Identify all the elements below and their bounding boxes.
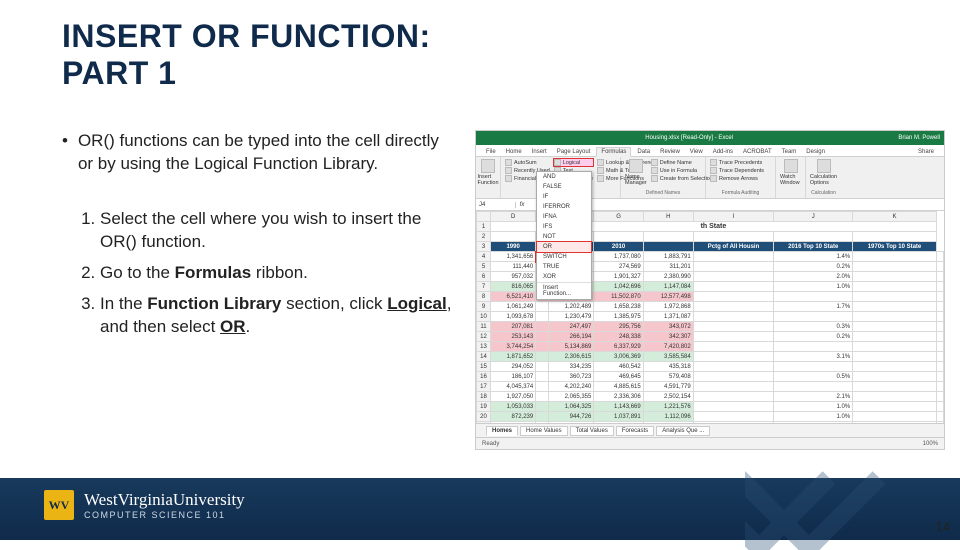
logical-dropdown: ANDFALSEIFIFERRORIFNAIFSNOTORSWITCHTRUEX… [536, 171, 592, 300]
name-box[interactable]: J4 [476, 202, 516, 208]
ribbon-tab-file[interactable]: File [482, 148, 500, 156]
create-from-selection-button[interactable]: Create from Selection [651, 175, 713, 182]
window-titlebar: Housing.xlsx [Read-Only] - Excel Brian M… [476, 131, 944, 145]
fx-icon[interactable]: fx [516, 202, 528, 208]
ribbon-tab-acrobat[interactable]: ACROBAT [739, 148, 776, 156]
ribbon-tab-formulas[interactable]: Formulas [596, 147, 631, 157]
dropdown-item-and[interactable]: AND [537, 172, 591, 182]
footer-bar: WV WestVirginiaUniversity COMPUTER SCIEN… [0, 478, 960, 540]
sheet-tab-homes[interactable]: Homes [486, 426, 518, 436]
excel-screenshot: Housing.xlsx [Read-Only] - Excel Brian M… [475, 130, 945, 450]
ribbon-tab-review[interactable]: Review [656, 148, 684, 156]
name-manager-button[interactable]: Name Manager [625, 159, 647, 186]
sheet-tab-home-values[interactable]: Home Values [520, 426, 568, 436]
dropdown-item-true[interactable]: TRUE [537, 262, 591, 272]
dropdown-item-iferror[interactable]: IFERROR [537, 202, 591, 212]
calculation-options-button[interactable]: Calculation Options [810, 159, 837, 186]
status-bar: Ready 100% [476, 437, 944, 449]
trace-precedents-button[interactable]: Trace Precedents [710, 159, 771, 166]
dropdown-item-if[interactable]: IF [537, 192, 591, 202]
slide-title: INSERT OR FUNCTION: PART 1 [62, 18, 431, 92]
slide-body: OR() functions can be typed into the cel… [62, 130, 457, 347]
dropdown-item-ifna[interactable]: IFNA [537, 212, 591, 222]
intro-bullet: OR() functions can be typed into the cel… [62, 130, 457, 176]
remove-arrows-button[interactable]: Remove Arrows [710, 175, 771, 182]
step-2: Go to the Formulas ribbon. [100, 262, 457, 285]
dropdown-item-ifs[interactable]: IFS [537, 222, 591, 232]
trace-dependents-button[interactable]: Trace Dependents [710, 167, 771, 174]
ribbon: Insert Function AutoSum Recently Used Fi… [476, 157, 944, 199]
share-button[interactable]: Share [914, 148, 938, 156]
step-3: In the Function Library section, click L… [100, 293, 457, 339]
insert-function-button[interactable]: Insert Function [480, 159, 496, 186]
logical-button[interactable]: Logical [554, 159, 593, 166]
ribbon-tabs: FileHomeInsertPage LayoutFormulasDataRev… [476, 145, 944, 157]
sheet-tab-analysis-que-...[interactable]: Analysis Que ... [656, 426, 710, 436]
ribbon-tab-view[interactable]: View [686, 148, 707, 156]
ribbon-tab-insert[interactable]: Insert [528, 148, 551, 156]
watch-window-button[interactable]: Watch Window [780, 159, 801, 186]
use-in-formula-button[interactable]: Use in Formula [651, 167, 713, 174]
autosum-button[interactable]: AutoSum [505, 159, 550, 166]
chevron-decoration [745, 470, 905, 550]
ribbon-tab-data[interactable]: Data [633, 148, 654, 156]
dropdown-item-false[interactable]: FALSE [537, 182, 591, 192]
define-name-button[interactable]: Define Name [651, 159, 713, 166]
step-1: Select the cell where you wish to insert… [100, 208, 457, 254]
ribbon-tab-team[interactable]: Team [778, 148, 801, 156]
ribbon-tab-add-ins[interactable]: Add-ins [709, 148, 737, 156]
page-number: 14 [936, 519, 950, 534]
ribbon-tab-home[interactable]: Home [502, 148, 526, 156]
ribbon-tab-page-layout[interactable]: Page Layout [553, 148, 595, 156]
ribbon-tab-design[interactable]: Design [802, 148, 829, 156]
dropdown-item-not[interactable]: NOT [537, 232, 591, 242]
sheet-tab-forecasts[interactable]: Forecasts [616, 426, 654, 436]
wv-flying-icon: WV [44, 490, 74, 520]
wvu-logo: WV WestVirginiaUniversity COMPUTER SCIEN… [44, 490, 245, 520]
sheet-tabs: HomesHome ValuesTotal ValuesForecastsAna… [476, 423, 944, 437]
dropdown-item-insertfunction[interactable]: Insert Function... [537, 283, 591, 299]
dropdown-item-switch[interactable]: SWITCH [537, 252, 591, 262]
sheet-tab-total-values[interactable]: Total Values [570, 426, 614, 436]
dropdown-item-or[interactable]: OR [537, 242, 591, 252]
dropdown-item-xor[interactable]: XOR [537, 272, 591, 282]
